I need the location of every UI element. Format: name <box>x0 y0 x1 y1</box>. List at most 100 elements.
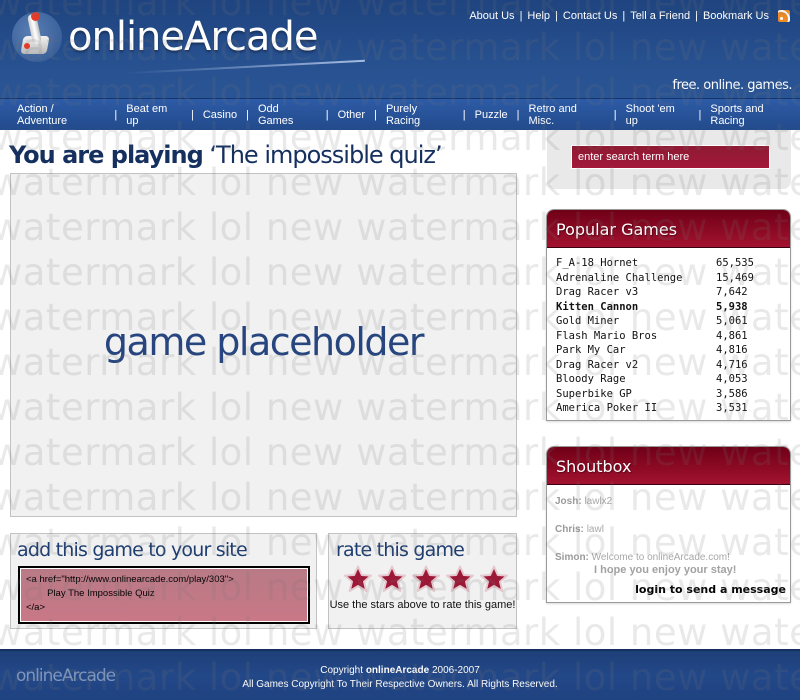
site-logo[interactable]: onlineArcade <box>12 12 318 62</box>
about-us-link[interactable]: About Us <box>469 10 514 22</box>
shout-user[interactable]: Josh: <box>555 496 582 507</box>
nav-puzzle[interactable]: Puzzle <box>475 109 508 121</box>
shout-text: lawl <box>586 524 604 535</box>
separator: | <box>555 10 558 22</box>
login-to-send-link[interactable]: login to send a message <box>635 583 786 596</box>
tell-a-friend-link[interactable]: Tell a Friend <box>630 10 690 22</box>
popular-games-list: F_A-18 Hornet 65,535 Adrenaline Challenge 1… <box>547 248 790 416</box>
separator: | <box>516 108 520 121</box>
rating-star-2[interactable] <box>377 565 407 593</box>
separator: | <box>374 108 377 121</box>
shout-message: Chris: lawl <box>555 523 790 536</box>
shout-message: Josh: lawlx2 <box>555 495 790 508</box>
game-name: America Poker II <box>556 402 658 414</box>
popular-game-row[interactable]: America Poker II 3,531 <box>556 401 766 416</box>
game-name: Kitten Cannon <box>556 300 639 313</box>
separator: | <box>462 108 466 121</box>
popular-game-row[interactable]: Bloody Rage 4,053 <box>556 372 766 387</box>
popular-game-row[interactable]: Drag Racer v3 7,642 <box>556 285 766 300</box>
play-count: 7,642 <box>716 286 748 298</box>
embed-panel: add this game to your site <a href="http… <box>10 533 317 629</box>
shoutbox: Shoutbox Josh: lawlx2 Chris: lawl Simon: W… <box>546 446 791 603</box>
popular-game-row[interactable]: Kitten Cannon 5,938 <box>556 300 766 315</box>
nav-purely-racing[interactable]: Purely Racing <box>386 103 454 127</box>
nav-shoot-em-up[interactable]: Shoot 'em up <box>626 103 690 127</box>
search-panel <box>547 130 791 189</box>
rate-heading: rate this game <box>336 539 465 561</box>
category-nav: Action / Adventure | Beat em up | Casino | … <box>0 98 800 130</box>
separator: | <box>246 108 249 121</box>
game-name: Gold Miner <box>556 315 620 327</box>
nav-beat-em-up[interactable]: Beat em up <box>126 103 182 127</box>
rating-star-3[interactable] <box>411 565 441 593</box>
separator: | <box>622 10 626 22</box>
joystick-icon <box>12 12 62 62</box>
play-count: 5,061 <box>716 315 748 327</box>
popular-games-box: Popular Games F_A-18 Hornet 65,535 Adrenal… <box>546 209 791 421</box>
copyright-years: 2006-2007 <box>431 665 480 676</box>
play-count: 4,716 <box>716 358 748 371</box>
play-count: 15,469 <box>716 271 754 284</box>
separator: | <box>695 10 698 22</box>
popular-game-row[interactable]: Superbike GP 3,586 <box>556 387 766 402</box>
site-header: onlineArcade About Us | Help | Contact Us |… <box>0 0 800 98</box>
embed-heading: add this game to your site <box>17 539 248 561</box>
separator: | <box>698 108 702 121</box>
nav-other[interactable]: Other <box>338 109 366 121</box>
shout-user[interactable]: Simon: <box>555 552 589 563</box>
contact-us-link[interactable]: Contact Us <box>563 10 617 22</box>
embed-code-box[interactable]: <a href="http://www.onlinearcade.com/pla… <box>18 566 310 624</box>
copyright-prefix: Copyright <box>320 665 364 676</box>
rating-star-1[interactable] <box>343 565 373 593</box>
nav-retro-and-misc[interactable]: Retro and Misc. <box>529 103 605 127</box>
game-area[interactable]: game placeholder <box>10 173 517 517</box>
popular-game-row[interactable]: F_A-18 Hornet 65,535 <box>556 256 766 271</box>
bookmark-us-link[interactable]: Bookmark Us <box>703 10 769 22</box>
nav-casino[interactable]: Casino <box>203 109 237 121</box>
rss-feed-icon[interactable] <box>778 10 790 22</box>
shout-text: lawlx2 <box>584 496 613 507</box>
shout-user[interactable]: Chris: <box>555 524 584 535</box>
popular-game-row[interactable]: Gold Miner 5,061 <box>556 314 766 329</box>
logo-text: onlineArcade <box>68 14 318 60</box>
shoutbox-title: Shoutbox <box>547 447 790 485</box>
popular-game-row[interactable]: Adrenaline Challenge 15,469 <box>556 271 766 286</box>
popular-game-row[interactable]: Drag Racer v2 4,716 <box>556 358 766 373</box>
game-name: Drag Racer v3 <box>556 286 639 298</box>
popular-games-title: Popular Games <box>547 210 790 248</box>
page-title-prefix: You are playing <box>9 141 204 169</box>
footer-copyright: Copyright onlineArcade 2006-2007 All Gam… <box>0 664 800 692</box>
popular-game-row[interactable]: Park My Car 4,816 <box>556 343 766 358</box>
rating-stars <box>343 565 509 593</box>
shout-text: Welcome to onlineArcade.com! <box>591 552 730 563</box>
game-placeholder-text: game placeholder <box>103 320 425 364</box>
search-input[interactable] <box>571 145 770 169</box>
separator: | <box>114 108 118 121</box>
game-name: Flash Mario Bros <box>556 329 658 342</box>
game-name: Adrenaline Challenge <box>556 271 683 284</box>
embed-code-line: Play The Impossible Quiz <box>26 588 155 599</box>
game-name: Drag Racer v2 <box>556 358 639 371</box>
nav-action-adventure[interactable]: Action / Adventure <box>17 103 105 127</box>
rating-star-5[interactable] <box>479 565 509 593</box>
rating-star-4[interactable] <box>445 565 475 593</box>
game-name: Bloody Rage <box>556 373 626 385</box>
nav-sports-and-racing[interactable]: Sports and Racing <box>710 103 800 127</box>
play-count: 65,535 <box>716 257 754 269</box>
nav-odd-games[interactable]: Odd Games <box>258 103 317 127</box>
popular-game-row[interactable]: Flash Mario Bros 4,861 <box>556 329 766 344</box>
game-name: Superbike GP <box>556 387 632 400</box>
embed-code-line: </a> <box>26 602 46 613</box>
play-count: 3,531 <box>716 402 748 414</box>
separator: | <box>191 108 194 121</box>
separator: | <box>519 10 523 22</box>
game-name: Park My Car <box>556 344 626 356</box>
separator: | <box>613 108 617 121</box>
help-link[interactable]: Help <box>527 10 550 22</box>
tagline: free. online. games. <box>672 78 792 93</box>
page-title: You are playing ‘The impossible quiz’ <box>9 141 443 169</box>
play-count: 4,053 <box>716 373 748 385</box>
play-count: 4,816 <box>716 344 748 356</box>
rate-instruction: Use the stars above to rate this game! <box>329 599 516 611</box>
shoutbox-messages: Josh: lawlx2 Chris: lawl Simon: Welcome to… <box>547 485 790 577</box>
